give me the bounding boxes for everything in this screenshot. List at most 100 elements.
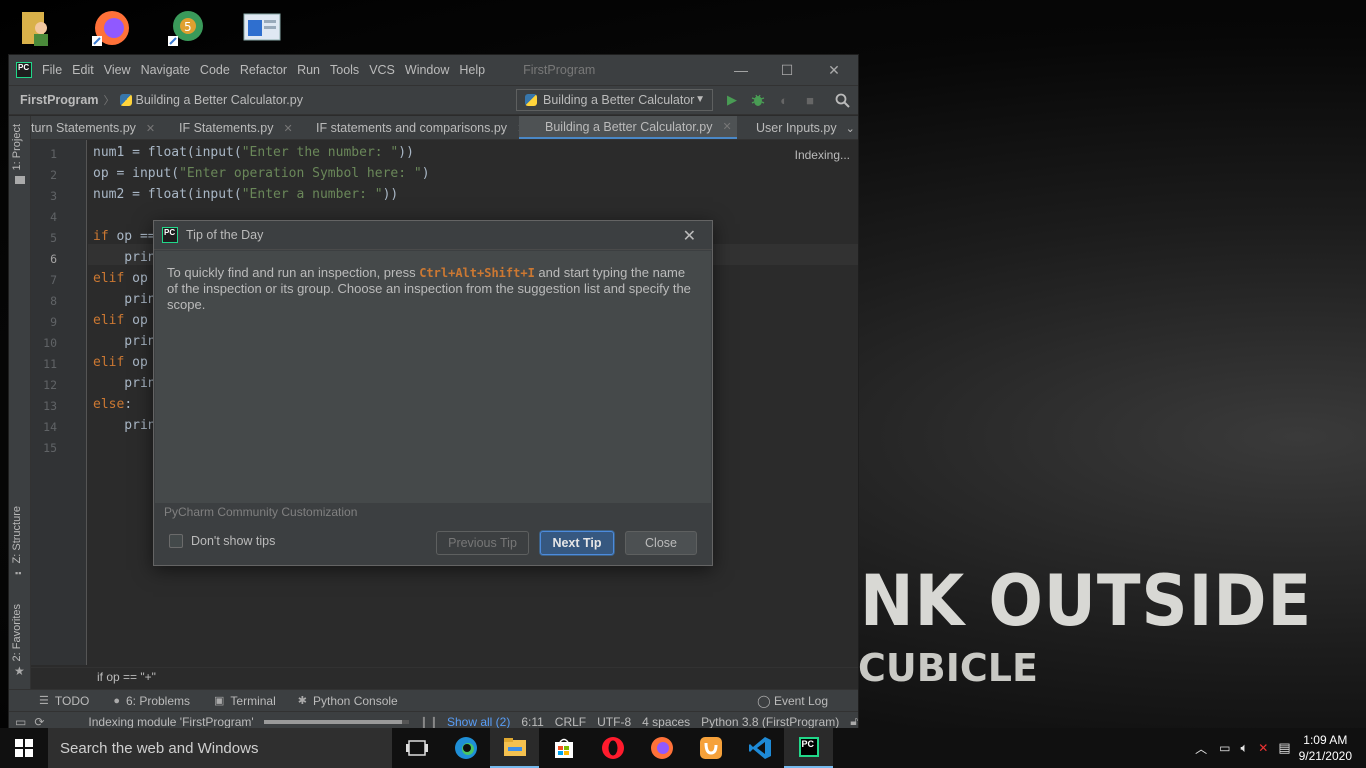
project-tool-window-label[interactable]: 1: Project	[11, 124, 23, 170]
vscode-icon[interactable]	[735, 728, 784, 768]
maximize-button[interactable]: ☐	[764, 55, 810, 85]
line-number: 6	[50, 252, 57, 266]
close-tab-icon[interactable]: ✕	[283, 122, 292, 135]
breadcrumb-project[interactable]: FirstProgram	[20, 93, 99, 107]
tip-text: To quickly find and run an inspection, p…	[167, 265, 697, 313]
code-breadcrumb[interactable]: if op == "+"	[97, 670, 156, 684]
search-icon[interactable]	[834, 92, 850, 108]
volume-icon[interactable]: 🔈︎	[1240, 740, 1248, 756]
event-log-icon: ◯	[757, 694, 771, 708]
pycharm-logo-icon: PC	[16, 62, 32, 78]
indexing-indicator: Indexing...	[794, 148, 850, 162]
coverage-icon[interactable]: ◐	[776, 92, 792, 108]
menu-file[interactable]: File	[42, 63, 62, 77]
dont-show-tips-checkbox[interactable]: Don't show tips	[169, 534, 275, 548]
close-tab-icon[interactable]: ✕	[722, 120, 731, 133]
event-log-label: Event Log	[773, 694, 828, 708]
menu-help[interactable]: Help	[459, 63, 485, 77]
tab-building-better-calculator[interactable]: Building a Better Calculator.py ✕	[519, 116, 737, 139]
structure-icon: ▪▪	[15, 568, 22, 578]
menu-view[interactable]: View	[104, 63, 131, 77]
previous-tip-button[interactable]: Previous Tip	[436, 531, 529, 555]
tab-label: turn Statements.py	[31, 121, 136, 135]
close-button[interactable]: Close	[625, 531, 697, 555]
menu-vcs[interactable]: VCS	[369, 63, 395, 77]
terminal-tool-button[interactable]: ▣ Terminal	[214, 694, 276, 708]
battery-icon[interactable]: ▭	[1219, 741, 1230, 755]
metatrader-shortcut-icon[interactable]: 5	[166, 6, 210, 50]
dialog-title-bar: PC Tip of the Day ✕	[154, 221, 712, 250]
window-app-icon[interactable]	[242, 6, 286, 50]
menu-navigate[interactable]: Navigate	[141, 63, 190, 77]
tip-of-the-day-dialog: PC Tip of the Day ✕ To quickly find and …	[153, 220, 713, 566]
pause-icon[interactable]: ❙❙	[419, 715, 439, 729]
favorites-tool-window-label[interactable]: 2: Favorites	[11, 604, 23, 661]
todo-tool-button[interactable]: ☰ TODO	[39, 694, 89, 708]
taskbar: Search the web and Windows PC ︿ ▭ 🔈︎ ✕ ▤…	[0, 728, 1366, 768]
menu-edit[interactable]: Edit	[72, 63, 94, 77]
network-disconnected-icon[interactable]: ✕	[1258, 741, 1268, 755]
line-separator[interactable]: CRLF	[555, 715, 586, 729]
stop-icon[interactable]: ■	[802, 92, 818, 108]
lock-icon[interactable]: 🔓︎	[850, 714, 858, 729]
next-tip-button[interactable]: Next Tip	[540, 531, 614, 555]
checkbox-box[interactable]	[169, 534, 183, 548]
todo-label: TODO	[54, 693, 90, 708]
tab-return-statements[interactable]: turn Statements.py ✕	[31, 116, 173, 139]
indent-setting[interactable]: 4 spaces	[642, 715, 690, 729]
opera-icon[interactable]	[588, 728, 637, 768]
minimize-button[interactable]: —	[718, 55, 764, 85]
close-window-button[interactable]: ✕	[811, 55, 857, 85]
menu-run[interactable]: Run	[297, 63, 320, 77]
line-number: 8	[50, 294, 57, 308]
python-console-tool-button[interactable]: ✱ Python Console	[298, 694, 398, 708]
menu-code[interactable]: Code	[200, 63, 230, 77]
file-explorer-icon[interactable]	[490, 728, 539, 768]
toggle-tool-windows-icon[interactable]: ▭	[15, 715, 26, 729]
debug-icon[interactable]	[750, 92, 766, 108]
menu-tools[interactable]: Tools	[330, 63, 359, 77]
action-center-icon[interactable]: ▤	[1278, 740, 1290, 756]
event-log-button[interactable]: ◯ Event Log	[757, 694, 828, 708]
line-number: 13	[43, 399, 57, 413]
firefox-icon[interactable]	[637, 728, 686, 768]
tip-text-part: To quickly find and run an inspection, p…	[167, 265, 420, 280]
taskbar-search-box[interactable]: Search the web and Windows	[48, 728, 392, 768]
user-folder-icon[interactable]	[14, 6, 58, 50]
show-all-link[interactable]: Show all (2)	[447, 715, 510, 729]
windows-logo-icon	[15, 739, 33, 757]
terminal-label: Terminal	[230, 693, 276, 708]
run-configuration-dropdown[interactable]: Building a Better Calculator ▼	[516, 89, 713, 111]
chevron-up-icon[interactable]: ︿	[1195, 740, 1207, 757]
chevron-down-icon[interactable]: ⌄	[846, 122, 855, 135]
tab-if-statements-comparisons[interactable]: IF statements and comparisons.py✕	[316, 116, 526, 139]
caret-position[interactable]: 6:11	[521, 715, 543, 729]
star-icon: ★	[14, 664, 25, 678]
start-button[interactable]	[0, 728, 48, 768]
problems-tool-button[interactable]: ● 6: Problems	[113, 694, 190, 708]
breadcrumb-file[interactable]: Building a Better Calculator.py	[136, 93, 303, 107]
close-tab-icon[interactable]: ✕	[146, 122, 155, 135]
tab-user-inputs[interactable]: User Inputs.py ⌄	[756, 116, 858, 139]
structure-tool-window-label[interactable]: Z: Structure	[11, 506, 23, 563]
menu-window[interactable]: Window	[405, 63, 449, 77]
title-bar: PC File Edit View Navigate Code Refactor…	[9, 55, 858, 85]
edge-icon[interactable]	[441, 728, 490, 768]
task-view-icon[interactable]	[392, 728, 441, 768]
code-line: num2 = float(input("Enter a number: "))	[93, 187, 399, 202]
menu-refactor[interactable]: Refactor	[240, 63, 287, 77]
python-file-icon	[119, 94, 132, 106]
code-line: else:	[93, 397, 133, 412]
run-icon[interactable]: ▶	[724, 92, 740, 108]
dialog-close-icon[interactable]: ✕	[683, 226, 696, 246]
tab-if-statements[interactable]: IF Statements.py ✕	[179, 116, 319, 139]
file-encoding[interactable]: UTF-8	[597, 715, 631, 729]
line-number: 9	[50, 315, 57, 329]
pycharm-taskbar-icon[interactable]: PC	[784, 728, 833, 768]
store-icon[interactable]	[539, 728, 588, 768]
clock[interactable]: 1:09 AM 9/21/2020	[1299, 732, 1352, 764]
python-interpreter[interactable]: Python 3.8 (FirstProgram)	[701, 715, 839, 729]
firefox-shortcut-icon[interactable]	[90, 6, 134, 50]
uc-browser-icon[interactable]	[686, 728, 735, 768]
date: 9/21/2020	[1298, 749, 1352, 763]
